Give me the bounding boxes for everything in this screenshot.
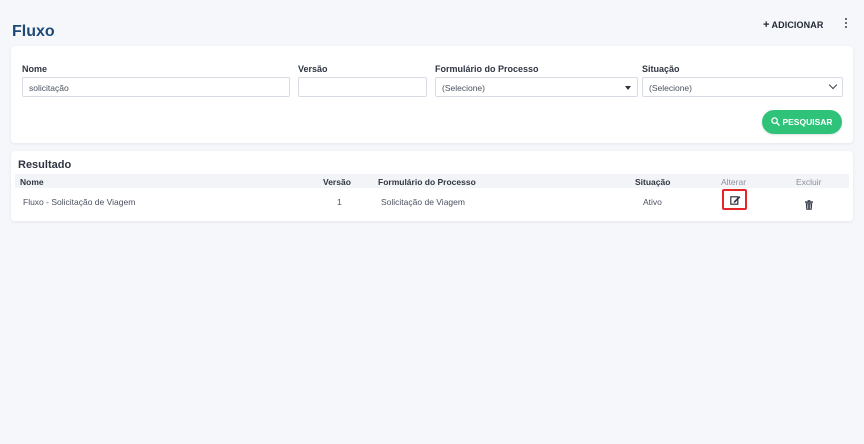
formulario-selected: (Selecione) xyxy=(442,83,485,93)
col-nome: Nome xyxy=(20,177,44,187)
add-button[interactable]: + ADICIONAR xyxy=(763,19,823,31)
col-alterar: Alterar xyxy=(721,177,747,187)
cell-situacao: Ativo xyxy=(643,197,662,207)
page-title: Fluxo xyxy=(12,23,55,40)
delete-button[interactable] xyxy=(805,197,813,215)
cell-versao: 1 xyxy=(337,197,342,207)
formulario-label: Formulário do Processo xyxy=(435,64,539,74)
add-button-label: ADICIONAR xyxy=(771,20,824,30)
col-versao: Versão xyxy=(323,177,351,187)
search-button[interactable]: PESQUISAR xyxy=(762,110,842,134)
col-situacao: Situação xyxy=(635,177,671,187)
filter-panel: Nome solicitação Versão Formulário do Pr… xyxy=(11,46,853,143)
edit-button[interactable] xyxy=(722,189,747,210)
table-header: Nome Versão Formulário do Processo Situa… xyxy=(15,174,849,188)
cell-formulario: Solicitação de Viagem xyxy=(381,197,465,207)
edit-icon xyxy=(730,196,741,205)
situacao-label: Situação xyxy=(642,64,680,74)
results-panel: Resultado Nome Versão Formulário do Proc… xyxy=(11,151,853,221)
caret-down-icon xyxy=(625,86,631,90)
versao-label: Versão xyxy=(298,64,328,74)
kebab-menu-icon[interactable] xyxy=(843,18,849,32)
situacao-select[interactable]: (Selecione) xyxy=(642,77,843,97)
nome-label: Nome xyxy=(22,64,48,74)
plus-icon: + xyxy=(763,19,770,31)
results-title: Resultado xyxy=(18,159,72,171)
nome-input[interactable]: solicitação xyxy=(22,77,290,97)
search-icon xyxy=(771,117,781,127)
cell-nome: Fluxo - Solicitação de Viagem xyxy=(23,197,136,207)
situacao-selected: (Selecione) xyxy=(649,83,692,93)
trash-icon xyxy=(805,200,813,210)
col-formulario: Formulário do Processo xyxy=(378,177,476,187)
formulario-select[interactable]: (Selecione) xyxy=(435,77,638,97)
versao-input[interactable] xyxy=(298,77,427,97)
chevron-down-icon xyxy=(828,80,838,90)
col-excluir: Excluir xyxy=(796,177,822,187)
search-button-label: PESQUISAR xyxy=(782,117,833,127)
